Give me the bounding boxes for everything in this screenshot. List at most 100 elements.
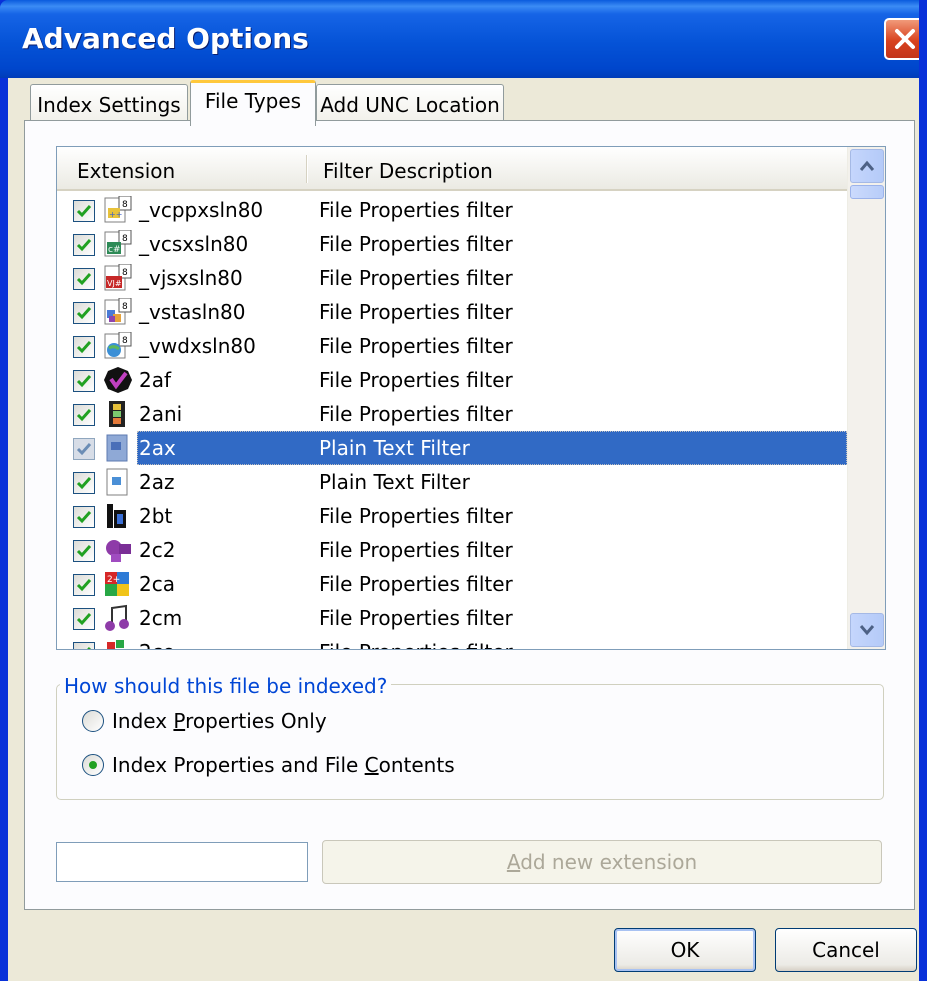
row-checkbox[interactable]: [73, 302, 95, 324]
tab-label: Add UNC Location: [320, 93, 500, 117]
extension-cell: _vcsxsln80: [139, 232, 249, 256]
list-item[interactable]: 8 ++ _vcppxsln80 File Properties filter: [57, 193, 847, 227]
list-item[interactable]: 8 c# _vcsxsln80 File Properties filter: [57, 227, 847, 261]
checkmark-icon: [76, 545, 92, 558]
row-checkbox[interactable]: [73, 200, 95, 222]
close-button[interactable]: [884, 18, 926, 60]
svg-text:8: 8: [122, 234, 128, 244]
extension-cell: 2c2: [139, 538, 176, 562]
chevron-up-icon: [859, 160, 875, 171]
filter-description-cell: File Properties filter: [319, 606, 513, 630]
svg-text:8: 8: [122, 336, 128, 346]
vwd-solution-icon: 8: [104, 332, 132, 359]
row-checkbox[interactable]: [73, 608, 95, 630]
extension-cell: 2ca: [139, 572, 175, 596]
row-checkbox[interactable]: [73, 370, 95, 392]
checkmark-icon: [76, 341, 92, 354]
row-checkbox[interactable]: [73, 438, 95, 460]
filter-description-cell: File Properties filter: [319, 572, 513, 596]
scroll-down-button[interactable]: [850, 613, 884, 647]
list-item[interactable]: 2af File Properties filter: [57, 363, 847, 397]
tab-label: File Types: [204, 89, 302, 113]
checkmark-badge-icon: [104, 367, 132, 393]
row-checkbox[interactable]: [73, 472, 95, 494]
scroll-up-button[interactable]: [850, 149, 884, 183]
row-checkbox[interactable]: [73, 404, 95, 426]
list-item[interactable]: 8 VJ# _vjsxsln80 File Properties filter: [57, 261, 847, 295]
csharp-solution-icon: 8c#: [104, 230, 132, 257]
filter-description-cell: File Properties filter: [319, 402, 513, 426]
indexing-options-legend: How should this file be indexed?: [60, 674, 392, 698]
checkmark-icon: [76, 511, 92, 524]
list-item[interactable]: 2az Plain Text Filter: [57, 465, 847, 499]
radio-index-properties-and-contents[interactable]: Index Properties and File Contents: [82, 750, 482, 780]
column-header-filter-description[interactable]: Filter Description: [323, 147, 823, 191]
list-item[interactable]: 2ani File Properties filter: [57, 397, 847, 431]
list-item[interactable]: 2bt File Properties filter: [57, 499, 847, 533]
ok-button[interactable]: OK: [614, 928, 756, 972]
radio-circle[interactable]: [82, 710, 104, 732]
radio-selected-dot: [89, 761, 97, 769]
svg-text:8: 8: [122, 268, 128, 278]
column-header-label: Filter Description: [323, 159, 493, 183]
list-item[interactable]: 2co File Properties filter: [57, 635, 847, 649]
extension-cell: 2ani: [139, 402, 183, 426]
list-item[interactable]: 2c2 File Properties filter: [57, 533, 847, 567]
extension-cell: _vjsxsln80: [139, 266, 243, 290]
filter-description-cell: File Properties filter: [319, 635, 513, 649]
radio-circle[interactable]: [82, 754, 104, 776]
scroll-thumb[interactable]: [850, 185, 884, 199]
extension-cell: 2az: [139, 470, 175, 494]
music-note-icon: [105, 604, 129, 631]
svg-text:c#: c#: [108, 245, 121, 255]
add-new-extension-button[interactable]: Add new extension: [322, 840, 882, 884]
filter-description-cell: File Properties filter: [319, 198, 513, 222]
purple-shapes-icon: [106, 540, 131, 562]
extension-cell: _vstasln80: [139, 300, 246, 324]
row-checkbox[interactable]: [73, 540, 95, 562]
checkmark-icon: [76, 307, 92, 320]
list-item[interactable]: 8 _vstasln80 File Properties filter: [57, 295, 847, 329]
extension-cell: 2co: [135, 635, 179, 649]
vertical-scrollbar[interactable]: [847, 147, 885, 649]
row-checkbox[interactable]: [73, 506, 95, 528]
column-separator[interactable]: [306, 155, 308, 183]
radio-index-properties-only[interactable]: Index Properties Only: [82, 706, 382, 736]
colorful-file-icon: [107, 640, 124, 649]
row-checkbox[interactable]: [73, 268, 95, 290]
column-header-label: Extension: [77, 159, 176, 183]
checkmark-icon: [76, 409, 92, 422]
checkmark-icon: [76, 579, 92, 592]
row-checkbox[interactable]: [73, 642, 95, 649]
list-item[interactable]: 2+ 2ca File Properties filter: [57, 567, 847, 601]
title-bar[interactable]: Advanced Options: [0, 0, 927, 78]
filter-description-cell: File Properties filter: [319, 266, 513, 290]
tab-file-types[interactable]: File Types: [190, 80, 316, 126]
file-types-list[interactable]: Extension Filter Description 8 ++ _vcppxs…: [56, 146, 886, 650]
filter-description-cell: File Properties filter: [319, 300, 513, 324]
radio-label: Index Properties Only: [112, 709, 327, 733]
row-checkbox[interactable]: [73, 234, 95, 256]
svg-text:8: 8: [122, 200, 128, 210]
extension-cell: 2bt: [139, 504, 173, 528]
row-checkbox[interactable]: [73, 574, 95, 596]
tab-label: Index Settings: [37, 93, 181, 117]
close-icon: [895, 29, 915, 49]
list-header: Extension Filter Description: [57, 147, 847, 191]
new-extension-input[interactable]: [56, 842, 308, 882]
extension-cell: 2ax: [139, 436, 176, 460]
svg-text:++: ++: [109, 210, 122, 219]
vsta-solution-icon: 8: [104, 298, 132, 325]
text-document-icon: [106, 434, 128, 462]
list-item[interactable]: 2cm File Properties filter: [57, 601, 847, 635]
extension-cell: 2cm: [139, 606, 183, 630]
row-checkbox[interactable]: [73, 336, 95, 358]
list-item-selected[interactable]: 2ax Plain Text Filter: [57, 431, 847, 465]
column-header-extension[interactable]: Extension: [77, 147, 305, 191]
list-rows: 8 ++ _vcppxsln80 File Properties filter 8…: [57, 193, 847, 649]
checkmark-icon: [76, 613, 92, 626]
indexing-options-group: [56, 684, 884, 800]
extension-cell: _vcppxsln80: [139, 198, 264, 222]
list-item[interactable]: 8 _vwdxsln80 File Properties filter: [57, 329, 847, 363]
cancel-button[interactable]: Cancel: [775, 928, 917, 972]
